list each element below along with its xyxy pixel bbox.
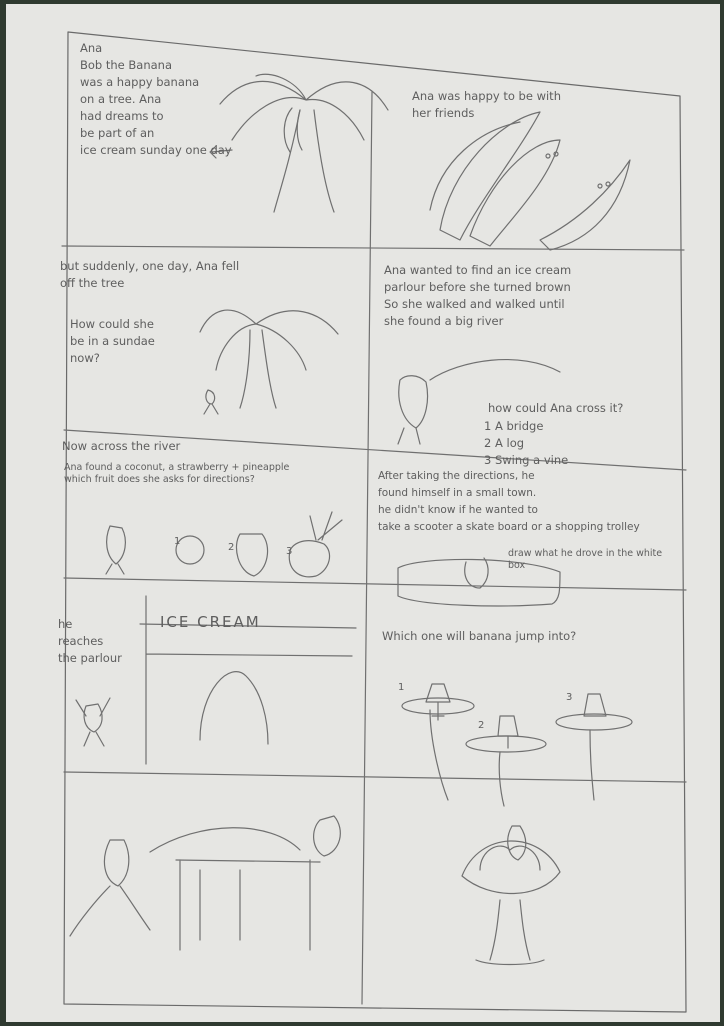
strawberry-sketch — [235, 533, 269, 577]
fruit-choices-sketch — [105, 511, 343, 578]
panel-divider-row-3 — [63, 577, 687, 591]
banana-in-sundae-sketch — [461, 825, 561, 966]
panel-4-question: how could Ana cross it? — [488, 401, 624, 415]
palm-tree-sketch — [209, 73, 389, 213]
panel-2-text: Ana was happy to be with her friends — [412, 89, 561, 120]
pineapple-sketch — [288, 540, 331, 578]
panel-1-text: Ana Bob the Banana was a happy banana on… — [80, 41, 232, 157]
option-number-1: 1 — [398, 682, 405, 693]
fruit-number-1: 1 — [174, 536, 181, 547]
panel-3-text: but suddenly, one day, Ana fell off the … — [60, 259, 240, 290]
panel-4-options: 1 A bridge 2 A log 3 Swing a vine — [484, 419, 569, 467]
panel-6-draw-text: draw what he drove in the white box — [508, 548, 663, 571]
fruit-number-3: 3 — [286, 546, 293, 557]
panel-divider-vertical — [361, 91, 373, 1005]
ice-cream-sign: ICE CREAM — [160, 613, 261, 631]
fallen-banana-sketch — [199, 309, 339, 415]
sundae-tables-sketch — [401, 683, 633, 807]
panel-4-text: Ana wanted to find an ice cream parlour … — [384, 263, 572, 328]
panel-divider-row-1 — [61, 245, 685, 251]
panel-6-text: After taking the directions, he found hi… — [378, 470, 640, 533]
panel-5-title: Now across the river — [62, 439, 181, 453]
panel-3-question: How could she be in a sundae now? — [70, 317, 155, 365]
panel-5-text: Ana found a coconut, a strawberry + pine… — [64, 462, 290, 485]
panel-8-text: Which one will banana jump into? — [382, 629, 577, 643]
banana-bunch-sketch — [429, 111, 631, 251]
fruit-number-2: 2 — [228, 542, 235, 553]
option-number-2: 2 — [478, 720, 485, 731]
panel-7-caption: he reaches the parlour — [58, 617, 122, 665]
banana-jumping-sketch — [69, 815, 341, 951]
option-number-3: 3 — [566, 692, 573, 703]
